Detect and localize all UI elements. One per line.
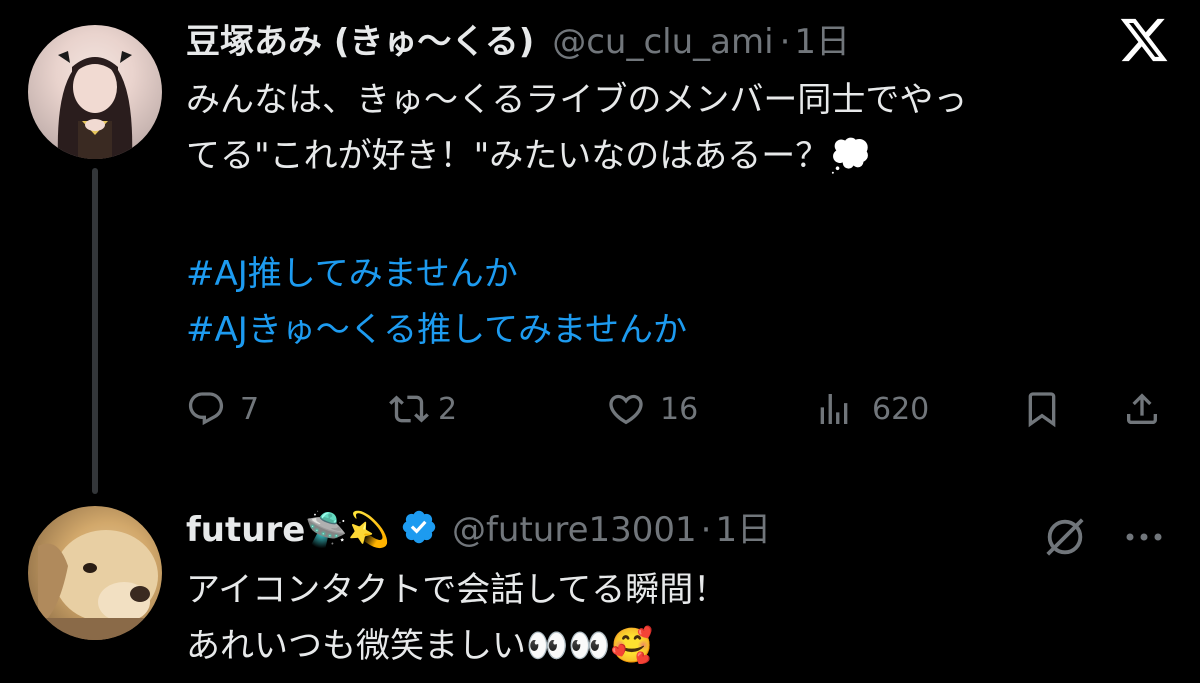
separator-dot: · [700, 510, 712, 550]
tweet-timestamp[interactable]: 1日 [794, 20, 850, 64]
grok-icon[interactable] [1042, 514, 1088, 560]
share-button[interactable] [1122, 384, 1162, 434]
tweet-header: 豆塚あみ (きゅ〜くる) @cu_clu_ami · 1日 [186, 20, 850, 64]
reply-text-line-2: あれいつも微笑ましい👀👀🥰 [186, 626, 654, 666]
views-count: 620 [872, 391, 930, 427]
reply-author-name[interactable]: future🛸💫 [186, 508, 390, 552]
verified-badge-icon [400, 508, 438, 557]
hashtag-link[interactable]: #AJ推してみませんか [186, 252, 518, 297]
share-icon [1122, 389, 1162, 429]
like-button[interactable]: 16 [606, 384, 698, 434]
heart-icon [606, 389, 646, 429]
reply-header: future🛸💫 @future13001 · 1日 [186, 508, 771, 557]
reply-timestamp[interactable]: 1日 [715, 508, 771, 552]
reply-count: 7 [240, 391, 260, 427]
hashtag-link[interactable]: #AJきゅ〜くる推してみませんか [186, 308, 687, 353]
views-button[interactable]: 620 [814, 384, 929, 434]
reply-button[interactable]: 7 [186, 384, 259, 434]
reply-author-avatar[interactable] [28, 506, 162, 640]
author-name[interactable]: 豆塚あみ (きゅ〜くる) [186, 20, 534, 64]
bookmark-button[interactable] [1022, 384, 1062, 434]
thread-connector-line [92, 168, 98, 494]
reply-icon [186, 389, 226, 429]
reply-author-handle[interactable]: @future13001 [452, 508, 697, 552]
like-count: 16 [660, 391, 699, 427]
bookmark-icon [1022, 389, 1062, 429]
more-icon[interactable] [1122, 524, 1166, 550]
views-icon [814, 389, 854, 429]
retweet-icon [388, 389, 430, 429]
tweet-text-line-2: てる"これが好き！"みたいなのはあるー？💭 [186, 136, 872, 176]
reply-text-line-1: アイコンタクトで会話してる瞬間！ [186, 570, 728, 610]
retweet-count: 2 [438, 391, 458, 427]
separator-dot: · [779, 22, 791, 62]
author-handle[interactable]: @cu_clu_ami [552, 20, 773, 64]
tweet-text-line-1: みんなは、きゅ〜くるライブのメンバー同士でやっ [186, 80, 968, 120]
author-avatar[interactable] [28, 25, 162, 159]
retweet-button[interactable]: 2 [388, 384, 457, 434]
x-logo-icon[interactable] [1118, 14, 1170, 66]
